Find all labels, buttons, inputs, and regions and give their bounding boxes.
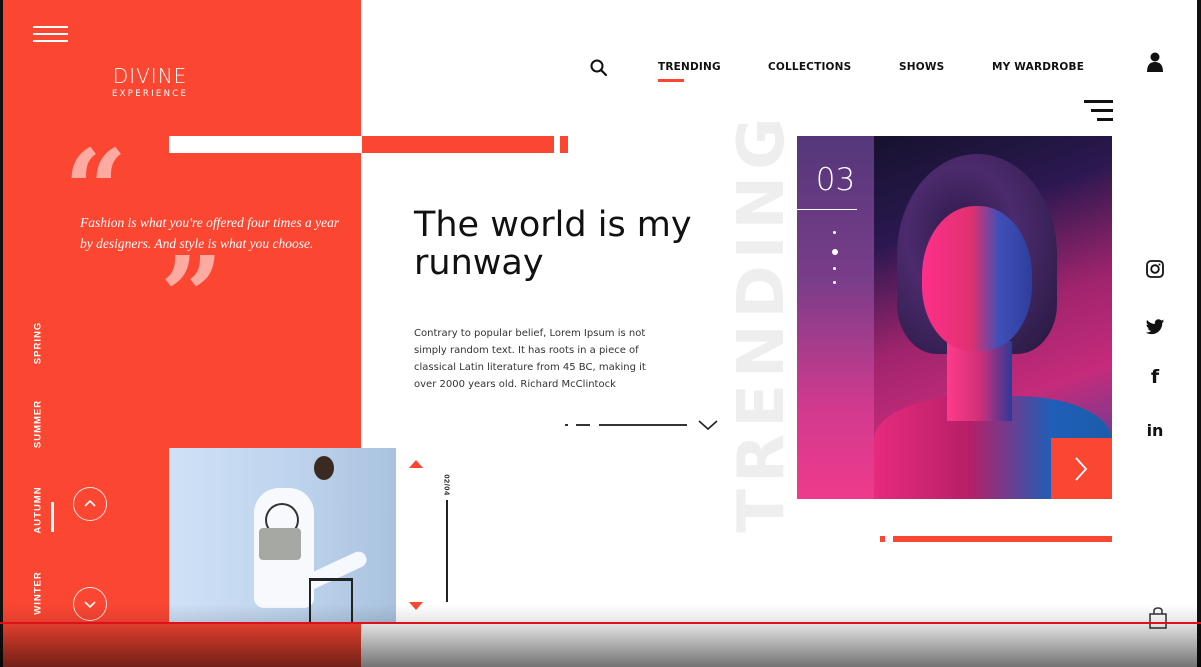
facebook-icon[interactable]: f: [1144, 366, 1166, 388]
user-icon[interactable]: [1146, 51, 1164, 73]
scroll-down-chevron-icon[interactable]: [697, 417, 719, 433]
decor-bar-red-small: [560, 136, 568, 153]
hamburger-menu-icon[interactable]: [33, 26, 68, 42]
season-winter[interactable]: WINTER: [28, 553, 48, 633]
slider-counter: 02/04: [442, 474, 452, 496]
pager-dot-active[interactable]: [832, 249, 838, 255]
season-autumn[interactable]: AUTUMN: [28, 470, 48, 550]
page-frame: DIVINE EXPERIENCE “ Fashion is what you'…: [0, 0, 1201, 667]
chevron-up-icon: [84, 499, 96, 507]
season-label: WINTER: [32, 571, 44, 615]
hero-headline: The world is my runway: [414, 205, 692, 283]
pager-dot[interactable]: [833, 231, 836, 234]
season-label: SUMMER: [32, 399, 44, 449]
pager-dot[interactable]: [833, 267, 836, 270]
season-down-button[interactable]: [73, 587, 107, 621]
brand-tagline: EXPERIENCE: [112, 89, 189, 99]
season-summer[interactable]: SUMMER: [28, 384, 48, 464]
season-label: AUTUMN: [32, 486, 44, 534]
product-photo[interactable]: [169, 448, 396, 624]
progress-line: [599, 424, 687, 426]
decor-accent-small: [880, 536, 885, 542]
nav-collections[interactable]: COLLECTIONS: [768, 61, 851, 73]
trending-watermark: TRENDING: [725, 111, 799, 533]
season-label: SPRING: [32, 321, 44, 365]
nav-active-underline: [658, 79, 684, 82]
pager-dot[interactable]: [833, 281, 836, 284]
linkedin-icon[interactable]: in: [1144, 420, 1166, 442]
nav-trending[interactable]: TRENDING: [658, 61, 721, 73]
active-season-indicator: [51, 502, 54, 532]
progress-dash: [565, 424, 568, 426]
brand-logo[interactable]: DIVINE EXPERIENCE: [112, 64, 188, 99]
feature-number: 03: [815, 162, 856, 198]
window-border-right: [1197, 0, 1201, 667]
red-guide-line: [0, 622, 1201, 624]
close-quote-icon: ”: [160, 232, 224, 361]
slider-prev-arrow-icon[interactable]: [409, 460, 423, 468]
chevron-down-icon: [84, 601, 96, 609]
instagram-icon[interactable]: [1144, 258, 1166, 280]
next-button[interactable]: [1051, 438, 1112, 499]
brand-name: DIVINE: [112, 64, 188, 88]
hero-body-text: Contrary to popular belief, Lorem Ipsum …: [414, 328, 646, 390]
progress-dash: [576, 424, 590, 426]
season-spring[interactable]: SPRING: [28, 303, 48, 383]
feature-number-line: [797, 209, 857, 210]
slider-progress-line: [446, 500, 448, 602]
season-up-button[interactable]: [73, 487, 107, 521]
shopping-bag-icon[interactable]: [1148, 606, 1168, 630]
decor-accent-bar: [893, 536, 1112, 542]
nav-my-wardrobe[interactable]: MY WARDROBE: [992, 61, 1084, 73]
twitter-icon[interactable]: [1144, 316, 1166, 338]
nav-shows[interactable]: SHOWS: [899, 61, 944, 73]
chevron-right-icon: [1075, 457, 1088, 481]
search-icon[interactable]: [589, 58, 609, 78]
feature-card[interactable]: 03: [797, 136, 1112, 499]
menu-lines-icon[interactable]: [1084, 100, 1113, 122]
decor-bar-red: [362, 136, 554, 153]
slider-next-arrow-icon[interactable]: [409, 602, 423, 610]
decor-bar-white: [169, 136, 362, 153]
